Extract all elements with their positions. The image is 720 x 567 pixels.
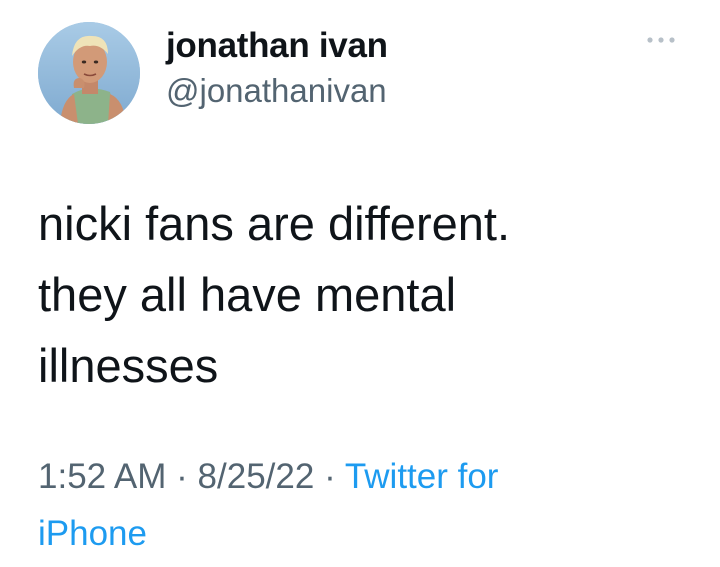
- tweet-text-line: illnesses: [38, 339, 219, 392]
- tweet-date[interactable]: 8/25/22: [198, 457, 315, 496]
- tweet-card: jonathan ivan @jonathanivan nicki fans a…: [0, 0, 720, 567]
- display-name[interactable]: jonathan ivan: [166, 26, 388, 66]
- tweet-time[interactable]: 1:52 AM: [38, 457, 166, 496]
- tweet-metadata: 1:52 AM · 8/25/22 · Twitter for iPhone: [38, 448, 678, 562]
- more-options-button[interactable]: [640, 28, 682, 52]
- more-horizontal-icon: [647, 37, 675, 43]
- separator: ·: [324, 457, 336, 496]
- avatar-image: [38, 22, 140, 124]
- tweet-source-link[interactable]: iPhone: [38, 514, 147, 553]
- tweet-source-link[interactable]: Twitter for: [345, 457, 499, 496]
- user-handle[interactable]: @jonathanivan: [166, 72, 387, 110]
- tweet-text: nicki fans are different. they all have …: [38, 188, 678, 401]
- tweet-text-line: they all have mental: [38, 268, 457, 321]
- avatar[interactable]: [38, 22, 140, 124]
- tweet-text-line: nicki fans are different.: [38, 197, 510, 250]
- separator: ·: [176, 457, 188, 496]
